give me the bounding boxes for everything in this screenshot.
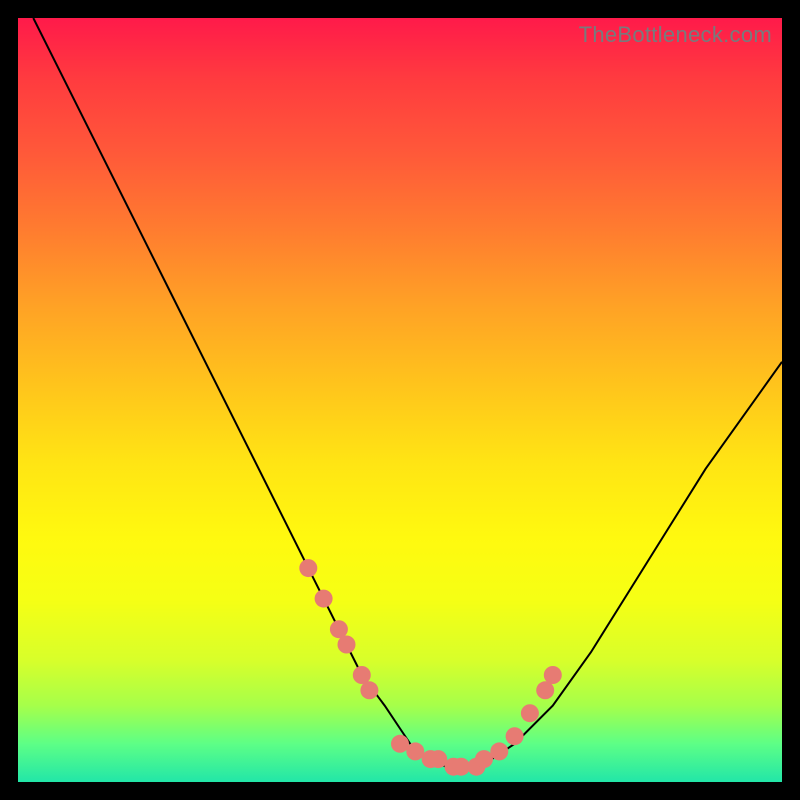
curve-line: [33, 18, 782, 767]
highlight-dot: [521, 704, 539, 722]
highlight-dot: [536, 681, 554, 699]
bottleneck-curve: [18, 18, 782, 782]
highlight-dot: [353, 666, 371, 684]
plot-area: TheBottleneck.com: [18, 18, 782, 782]
highlight-dot: [391, 735, 409, 753]
highlight-dot: [330, 620, 348, 638]
highlight-dot: [299, 559, 317, 577]
chart-frame: TheBottleneck.com: [0, 0, 800, 800]
highlight-dot: [338, 636, 356, 654]
highlight-dot: [315, 590, 333, 608]
highlight-dot: [360, 681, 378, 699]
highlight-dot: [490, 742, 508, 760]
highlight-dots: [299, 559, 562, 776]
highlight-dot: [406, 742, 424, 760]
highlight-dot: [544, 666, 562, 684]
highlight-dot: [506, 727, 524, 745]
highlight-dot: [429, 750, 447, 768]
highlight-dot: [475, 750, 493, 768]
